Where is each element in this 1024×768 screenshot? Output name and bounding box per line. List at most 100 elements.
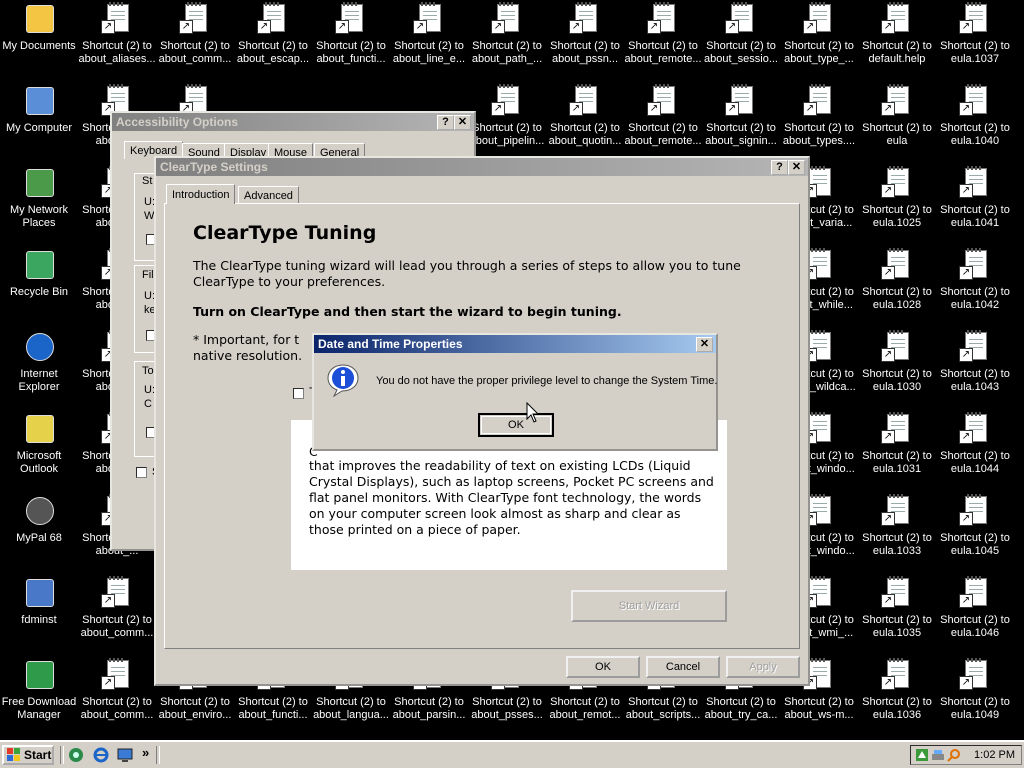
cleartype-intro-text: The ClearType tuning wizard will lead yo… [193, 258, 741, 289]
shortcut-label: Shortcut (2) to eula.1049 [940, 696, 1010, 721]
desktop-shortcut-icon[interactable]: ↗ Shortcut (2) to about_comm... [78, 658, 156, 722]
desktop-icon-label: My Documents [2, 40, 76, 52]
quick-launch-chevron[interactable]: » [142, 745, 149, 760]
desktop-shortcut-icon[interactable]: ↗ Shortcut (2) to eula.1049 [936, 658, 1014, 722]
cleartype-help-button[interactable]: ? [771, 160, 788, 175]
setup-icon [23, 576, 55, 608]
desktop-shortcut-icon[interactable]: ↗ Shortcut (2) to default.help [858, 2, 936, 66]
desktop-shortcut-icon[interactable]: ↗ Shortcut (2) to about_quotin... [546, 84, 624, 148]
tab-introduction[interactable]: Introduction [166, 184, 236, 204]
desktop-icon-outlook[interactable]: Microsoft Outlook [0, 412, 78, 476]
desktop-icon-mypal[interactable]: MyPal 68 [0, 494, 78, 545]
desktop-shortcut-icon[interactable]: ↗ Shortcut (2) to eula.1044 [936, 412, 1014, 476]
shortcut-label: Shortcut (2) to about_enviro... [158, 696, 232, 721]
desktop-shortcut-icon[interactable]: ↗ Shortcut (2) to eula.1046 [936, 576, 1014, 640]
notepad-shortcut-icon: ↗ [959, 2, 991, 34]
date-time-properties-dialog[interactable]: Date and Time Properties ✕ You do not ha… [312, 333, 718, 451]
cleartype-cancel-button[interactable]: Cancel [646, 656, 720, 678]
cleartype-close-button[interactable]: ✕ [788, 160, 805, 175]
cleartype-titlebar[interactable]: ClearType Settings ? ✕ [156, 158, 808, 176]
desktop-shortcut-icon[interactable]: ↗ Shortcut (2) to eula.1028 [858, 248, 936, 312]
desktop-quicklaunch-icon[interactable] [117, 747, 133, 763]
desktop-shortcut-icon[interactable]: ↗ Shortcut (2) to eula.1043 [936, 330, 1014, 394]
cleartype-ok-button[interactable]: OK [566, 656, 640, 678]
desktop-shortcut-icon[interactable]: ↗ Shortcut (2) to eula.1033 [858, 494, 936, 558]
accessibility-close-button[interactable]: ✕ [454, 115, 471, 130]
desktop-shortcut-icon[interactable]: ↗ Shortcut (2) to about_types.... [780, 84, 858, 148]
shortcut-label: Shortcut (2) to about_comm... [80, 696, 154, 721]
desktop-shortcut-icon[interactable]: ↗ Shortcut (2) to eula.1035 [858, 576, 936, 640]
tray-connection-icon[interactable] [931, 748, 945, 762]
desktop-shortcut-icon[interactable]: ↗ Shortcut (2) to about_aliases... [78, 2, 156, 66]
desktop-shortcut-icon[interactable]: ↗ Shortcut (2) to about_comm... [156, 2, 234, 66]
accessibility-options-titlebar[interactable]: Accessibility Options ? ✕ [112, 113, 474, 131]
desktop-icon-fdm[interactable]: Free Download Manager [0, 658, 78, 722]
desktop-shortcut-icon[interactable]: ↗ Shortcut (2) to about_pipelin... [468, 84, 546, 148]
notepad-shortcut-icon: ↗ [803, 2, 835, 34]
turn-on-cleartype-checkbox[interactable] [293, 388, 304, 399]
internet-explorer-quicklaunch-icon[interactable] [93, 747, 109, 763]
tab-advanced[interactable]: Advanced [238, 186, 299, 204]
date-time-close-button[interactable]: ✕ [696, 337, 713, 352]
cleartype-important-line2: native resolution. [193, 348, 303, 363]
desktop-icon-label: Microsoft Outlook [16, 450, 62, 475]
desktop-shortcut-icon[interactable]: ↗ Shortcut (2) to eula.1025 [858, 166, 936, 230]
desktop-icon-network[interactable]: My Network Places [0, 166, 78, 230]
date-time-ok-button[interactable]: OK [478, 413, 554, 437]
desktop-shortcut-icon[interactable]: ↗ Shortcut (2) to about_escap... [234, 2, 312, 66]
tray-search-icon[interactable] [947, 748, 961, 762]
accessibility-help-button[interactable]: ? [437, 115, 454, 130]
desktop-shortcut-icon[interactable]: ↗ Shortcut (2) to about_pssn... [546, 2, 624, 66]
date-time-message: You do not have the proper privilege lev… [376, 375, 718, 387]
desktop-shortcut-icon[interactable]: ↗ Shortcut (2) to eula.1037 [936, 2, 1014, 66]
desktop-shortcut-icon[interactable]: ↗ Shortcut (2) to eula.1040 [936, 84, 1014, 148]
tray-clock[interactable]: 1:02 PM [974, 749, 1015, 761]
desktop-shortcut-icon[interactable]: ↗ Shortcut (2) to eula [858, 84, 936, 148]
desktop-icon-recycle[interactable]: Recycle Bin [0, 248, 78, 299]
desktop-icon-computer[interactable]: My Computer [0, 84, 78, 135]
tray-network-icon[interactable] [915, 748, 929, 762]
extra-keyboard-checkbox[interactable] [136, 467, 147, 478]
desktop-icon-ie[interactable]: Internet Explorer [0, 330, 78, 394]
desktop-icon-label: Internet Explorer [18, 368, 60, 393]
desktop-shortcut-icon[interactable]: ↗ Shortcut (2) to eula.1041 [936, 166, 1014, 230]
notepad-shortcut-icon: ↗ [959, 494, 991, 526]
shortcut-label: Shortcut (2) to about_path_... [471, 40, 543, 65]
desktop-shortcut-icon[interactable]: ↗ Shortcut (2) to about_type_... [780, 2, 858, 66]
desktop-icon-docs[interactable]: My Documents [0, 2, 78, 53]
start-button[interactable]: Start [2, 745, 54, 765]
desktop-shortcut-icon[interactable]: ↗ Shortcut (2) to about_line_e... [390, 2, 468, 66]
desktop-shortcut-icon[interactable]: ↗ Shortcut (2) to eula.1045 [936, 494, 1014, 558]
shortcut-label: Shortcut (2) to about_ws-m... [784, 696, 854, 721]
desktop-shortcut-icon[interactable]: ↗ Shortcut (2) to about_comm... [78, 576, 156, 640]
desktop-shortcut-icon[interactable]: ↗ Shortcut (2) to about_remote... [624, 2, 702, 66]
desktop-shortcut-icon[interactable]: ↗ Shortcut (2) to about_signin... [702, 84, 780, 148]
shortcut-label: Shortcut (2) to about_try_ca... [704, 696, 778, 721]
desktop-icon-setup[interactable]: fdminst [0, 576, 78, 627]
notepad-shortcut-icon: ↗ [881, 166, 913, 198]
outlook-icon [23, 412, 55, 444]
windows-logo-icon [7, 748, 21, 762]
desktop-shortcut-icon[interactable]: ↗ Shortcut (2) to about_sessio... [702, 2, 780, 66]
shortcut-label: Shortcut (2) to about_functi... [238, 696, 308, 721]
shortcut-label: Shortcut (2) to eula.1025 [862, 204, 932, 229]
shortcut-label: Shortcut (2) to eula.1043 [940, 368, 1010, 393]
desktop-shortcut-icon[interactable]: ↗ Shortcut (2) to eula.1042 [936, 248, 1014, 312]
shortcut-label: Shortcut (2) to about_types.... [782, 122, 856, 147]
desktop-shortcut-icon[interactable]: ↗ Shortcut (2) to about_path_... [468, 2, 546, 66]
shortcut-label: Shortcut (2) to about_sessio... [704, 40, 778, 65]
desktop-shortcut-icon[interactable]: ↗ Shortcut (2) to eula.1036 [858, 658, 936, 722]
notepad-shortcut-icon: ↗ [959, 576, 991, 608]
notepad-shortcut-icon: ↗ [959, 84, 991, 116]
cleartype-apply-button[interactable]: Apply [726, 656, 800, 678]
shortcut-label: Shortcut (2) to about_aliases... [78, 40, 156, 65]
date-time-titlebar[interactable]: Date and Time Properties ✕ [314, 335, 716, 353]
desktop-shortcut-icon[interactable]: ↗ Shortcut (2) to eula.1030 [858, 330, 936, 394]
desktop-shortcut-icon[interactable]: ↗ Shortcut (2) to about_remote... [624, 84, 702, 148]
outlook-quicklaunch-icon[interactable] [68, 747, 84, 763]
shortcut-label: Shortcut (2) to about_pipelin... [469, 122, 545, 147]
start-wizard-button[interactable]: Start Wizard [571, 590, 727, 622]
desktop-shortcut-icon[interactable]: ↗ Shortcut (2) to eula.1031 [858, 412, 936, 476]
notepad-shortcut-icon: ↗ [725, 84, 757, 116]
desktop-shortcut-icon[interactable]: ↗ Shortcut (2) toabout_functi... [312, 2, 390, 66]
